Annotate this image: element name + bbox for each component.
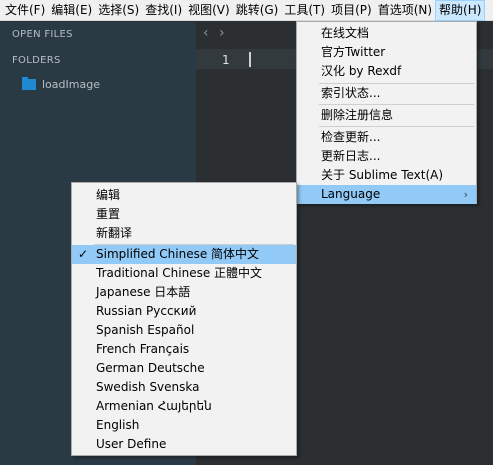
language-item-french[interactable]: French Français (72, 340, 296, 359)
back-arrow-icon[interactable]: ‹ (203, 25, 209, 41)
menu-view[interactable]: 视图(V) (185, 0, 233, 21)
help-item-changelog[interactable]: 更新日志... (297, 147, 476, 166)
help-item-localization[interactable]: 汉化 by Rexdf (297, 62, 476, 81)
menu-separator (319, 104, 474, 105)
menu-file[interactable]: 文件(F) (2, 0, 48, 21)
language-item-russian[interactable]: Russian Русский (72, 302, 296, 321)
language-item-armenian[interactable]: Armenian Հայերեն (72, 397, 296, 416)
menu-tools[interactable]: 工具(T) (281, 0, 328, 21)
language-item-label: Simplified Chinese 简体中文 (96, 247, 260, 261)
checkmark-icon: ✓ (78, 247, 89, 261)
menu-help[interactable]: 帮助(H) (435, 0, 486, 21)
help-item-remove-license[interactable]: 删除注册信息 (297, 106, 476, 125)
language-item-swedish[interactable]: Swedish Svenska (72, 378, 296, 397)
folder-label: loadImage (42, 78, 100, 91)
help-item-online-docs[interactable]: 在线文档 (297, 24, 476, 43)
text-cursor (249, 52, 251, 67)
help-item-language-label: Language (321, 187, 381, 201)
folder-icon (22, 77, 36, 90)
language-submenu: 编辑 重置 新翻译 ✓ Simplified Chinese 简体中文 Trad… (71, 182, 297, 456)
help-item-about[interactable]: 关于 Sublime Text(A) (297, 166, 476, 185)
menu-project[interactable]: 项目(P) (328, 0, 375, 21)
language-item-spanish[interactable]: Spanish Español (72, 321, 296, 340)
language-item-traditional-chinese[interactable]: Traditional Chinese 正體中文 (72, 264, 296, 283)
menu-bar: 文件(F) 编辑(E) 选择(S) 查找(I) 视图(V) 跳转(G) 工具(T… (0, 0, 493, 21)
menu-find[interactable]: 查找(I) (142, 0, 185, 21)
help-item-index-status[interactable]: 索引状态... (297, 84, 476, 103)
help-item-twitter[interactable]: 官方Twitter (297, 43, 476, 62)
language-item-new-translation[interactable]: 新翻译 (72, 224, 296, 243)
language-item-english[interactable]: English (72, 416, 296, 435)
help-menu: 在线文档 官方Twitter 汉化 by Rexdf 索引状态... 删除注册信… (296, 21, 477, 204)
menu-goto[interactable]: 跳转(G) (233, 0, 282, 21)
menu-selection[interactable]: 选择(S) (95, 0, 142, 21)
forward-arrow-icon[interactable]: › (219, 25, 225, 41)
language-item-japanese[interactable]: Japanese 日本語 (72, 283, 296, 302)
menu-separator (319, 126, 474, 127)
folders-heading: FOLDERS (12, 55, 61, 66)
language-item-user-define[interactable]: User Define (72, 435, 296, 454)
language-item-german[interactable]: German Deutsche (72, 359, 296, 378)
help-item-language[interactable]: Language › (297, 185, 476, 204)
menu-edit[interactable]: 编辑(E) (48, 0, 95, 21)
language-item-simplified-chinese[interactable]: ✓ Simplified Chinese 简体中文 (72, 245, 296, 264)
line-number: 1 (222, 53, 230, 67)
chevron-right-icon: › (463, 188, 468, 201)
open-files-heading: OPEN FILES (12, 29, 73, 40)
folder-item-loadimage[interactable]: loadImage (22, 77, 100, 91)
menu-preferences[interactable]: 首选项(N) (375, 0, 435, 21)
language-item-reset[interactable]: 重置 (72, 205, 296, 224)
language-item-edit[interactable]: 编辑 (72, 186, 296, 205)
help-item-check-updates[interactable]: 检查更新... (297, 128, 476, 147)
